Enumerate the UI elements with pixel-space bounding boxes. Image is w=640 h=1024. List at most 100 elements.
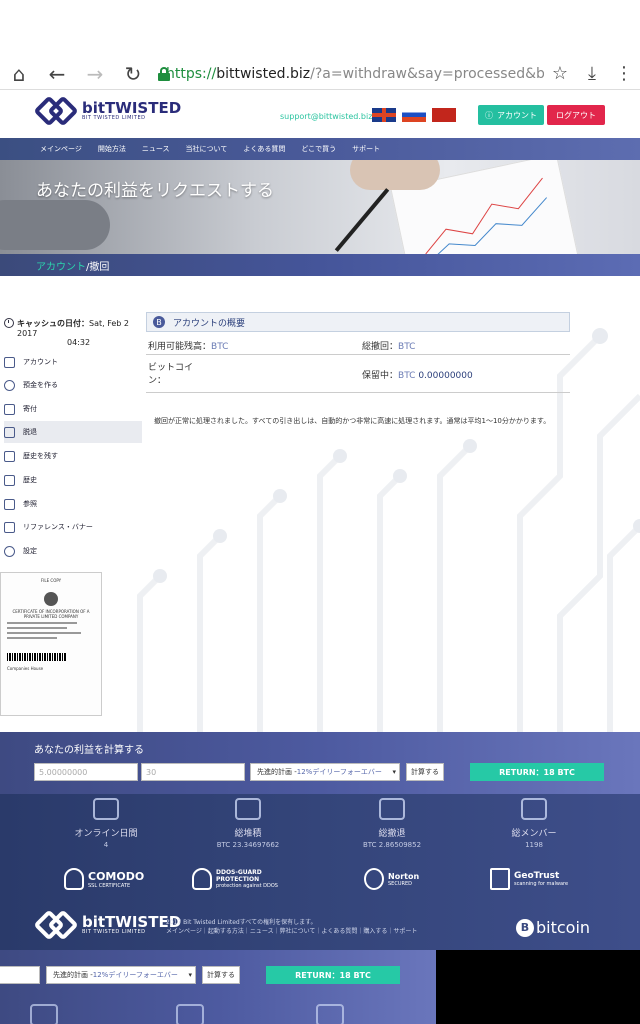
geotrust-sublabel: scanning for malware <box>514 881 569 887</box>
reload-icon[interactable]: ↻ <box>114 58 152 90</box>
hero-hand-image <box>350 160 440 190</box>
url-path: /?a=withdraw&say=processed&batch=CV <box>310 65 544 82</box>
plus-circle-icon <box>4 379 15 391</box>
footer-links[interactable]: メインページ｜起動する方法｜ニュース｜弊社について｜よくある質問｜購入する｜サポ… <box>166 927 417 936</box>
black-area <box>436 950 640 1024</box>
back-icon[interactable]: ← <box>38 58 76 90</box>
stat-label: 総堆積 <box>234 829 262 839</box>
users-icon <box>521 798 547 820</box>
sidebar-item-label: 参照 <box>23 500 37 508</box>
sidebar-item-history-leave[interactable]: 歴史を残す <box>4 445 142 467</box>
divider <box>146 354 570 355</box>
geotrust-badge[interactable]: GeoTrust scanning for malware <box>490 868 568 890</box>
plan-prefix: 先進的計画 - <box>257 768 297 776</box>
clock-icon <box>4 318 14 328</box>
comodo-sublabel: SSL CERTIFICATE <box>88 882 131 889</box>
flag-uk-icon[interactable] <box>372 108 396 122</box>
hero-banner <box>0 160 640 254</box>
barcode-icon <box>7 653 67 662</box>
sidebar-item-label: アカウント <box>23 358 58 366</box>
sidebar-item-deposit[interactable]: 預金を作る <box>4 374 142 396</box>
nav-item-support[interactable]: サポート <box>352 144 380 154</box>
url-scheme: https:// <box>166 65 217 82</box>
available-balance-unit: BTC <box>211 342 229 352</box>
amount-input[interactable]: 5.00000000 <box>34 763 138 781</box>
days-input[interactable]: 30 <box>141 763 245 781</box>
pending-value: 0.00000000 <box>418 371 473 381</box>
account-button-label: アカウント <box>497 110 537 120</box>
logo-mark-icon <box>33 909 79 941</box>
account-button[interactable]: ⓘ アカウント <box>478 105 544 125</box>
available-balance-label: 利用可能残高： <box>148 342 212 352</box>
certificate-image[interactable]: FILE COPY CERTIFICATE OF INCORPORATION O… <box>0 572 102 716</box>
footer-copyright: 2017 Bit Twisted Limitedすべての権利を保有します。 メイ… <box>166 918 417 936</box>
sidebar-item-banners[interactable]: リファレンス・バナー <box>4 516 142 538</box>
forward-icon[interactable]: → <box>76 58 114 90</box>
crest-icon <box>44 591 58 606</box>
nav-item-about[interactable]: 当社について <box>186 144 228 154</box>
sidebar-item-donation[interactable]: 寄付 <box>4 398 142 420</box>
ddos-guard-badge[interactable]: DDOS-GUARD PROTECTION protection against … <box>192 868 306 890</box>
calculator-title: あなたの利益を計算する <box>34 745 144 756</box>
sidebar-item-withdraw[interactable]: 脱退 <box>4 421 142 443</box>
support-email-link[interactable]: support@bittwisted.biz <box>280 112 372 121</box>
list-icon <box>4 474 15 486</box>
return-display: RETURN：18 BTC <box>470 763 604 781</box>
flag-ru-icon[interactable] <box>402 108 426 122</box>
star-icon[interactable]: ☆ <box>544 58 576 90</box>
shield-icon <box>192 868 212 890</box>
comodo-lock-icon <box>64 868 84 890</box>
money-icon <box>176 1004 204 1024</box>
amount-input-duplicate[interactable] <box>0 966 40 984</box>
download-icon[interactable]: ⤓ <box>576 58 608 90</box>
sidebar-item-history[interactable]: 歴史 <box>4 469 142 491</box>
bitcoin-text: bitcoin <box>536 918 591 937</box>
nav-item-main[interactable]: メインページ <box>40 144 82 154</box>
flag-cn-icon[interactable] <box>432 108 456 122</box>
tree-icon <box>4 498 15 510</box>
calculate-button-duplicate[interactable]: 計算する <box>202 966 240 984</box>
plan-select[interactable]: 先進的計画 - 12%デイリーフォーエバー ▾ <box>250 763 400 781</box>
withdraw-success-notice: 撤回が正常に処理されました。すべての引き出しは、自動的かつ非常に高速に処理されま… <box>154 417 551 425</box>
kebab-menu-icon[interactable]: ⋮ <box>608 58 640 90</box>
gear-icon <box>4 545 15 557</box>
hero-pen-image <box>334 188 390 252</box>
footer-logo[interactable]: bitTWISTED BIT TWISTED LIMITED <box>33 909 181 941</box>
cert-footer: Companies House <box>7 666 44 672</box>
logout-button[interactable]: ログアウト <box>547 105 605 125</box>
stat-value: 4 <box>103 841 109 849</box>
logo-mark-icon <box>33 95 79 127</box>
home-icon[interactable]: ⌂ <box>0 58 38 90</box>
site-logo[interactable]: bitTWISTED BIT TWISTED LIMITED <box>33 95 182 127</box>
history-icon <box>4 450 15 462</box>
nav-item-where-to-buy[interactable]: どこで買う <box>301 144 336 154</box>
norton-badge[interactable]: Norton SECURED <box>364 868 419 890</box>
plan-select-duplicate[interactable]: 先進的計画 - 12%デイリーフォーエバー ▾ <box>46 966 196 984</box>
account-overview-header: B アカウントの概要 <box>146 312 570 332</box>
breadcrumb: アカウント /撤回 <box>0 254 640 276</box>
logo-text: bitTWISTED <box>82 99 182 117</box>
nav-item-news[interactable]: ニュース <box>142 144 170 154</box>
sidebar-item-referrals[interactable]: 参照 <box>4 493 142 515</box>
sidebar-item-account[interactable]: アカウント <box>4 351 142 373</box>
comodo-label: COMODO <box>88 869 145 883</box>
comodo-badge[interactable]: COMODO SSL CERTIFICATE <box>64 868 144 890</box>
breadcrumb-account-link[interactable]: アカウント <box>36 258 86 273</box>
breadcrumb-current: /撤回 <box>86 261 110 273</box>
available-balance: 利用可能残高：BTC <box>148 339 228 352</box>
bitcoin-icon: B <box>516 918 534 937</box>
browser-toolbar: ⌂ ← → ↻ https:// bittwisted.biz /?a=with… <box>0 58 640 90</box>
nav-item-faq[interactable]: よくある質問 <box>243 144 285 154</box>
sidebar-item-label: 脱退 <box>23 428 37 436</box>
address-bar[interactable]: https:// bittwisted.biz /?a=withdraw&say… <box>152 66 544 82</box>
sidebar-item-settings[interactable]: 設定 <box>4 540 142 562</box>
norton-label: Norton <box>388 871 420 881</box>
pending-unit: BTC <box>398 371 416 381</box>
nav-item-how-to-start[interactable]: 開始方法 <box>98 144 126 154</box>
divider <box>146 392 570 393</box>
geotrust-label: GeoTrust <box>514 871 560 881</box>
calculate-button[interactable]: 計算する <box>406 763 444 781</box>
hero-keyboard-image <box>0 200 110 250</box>
gift-icon <box>4 403 15 415</box>
bitcoin-icon: B <box>153 316 165 328</box>
